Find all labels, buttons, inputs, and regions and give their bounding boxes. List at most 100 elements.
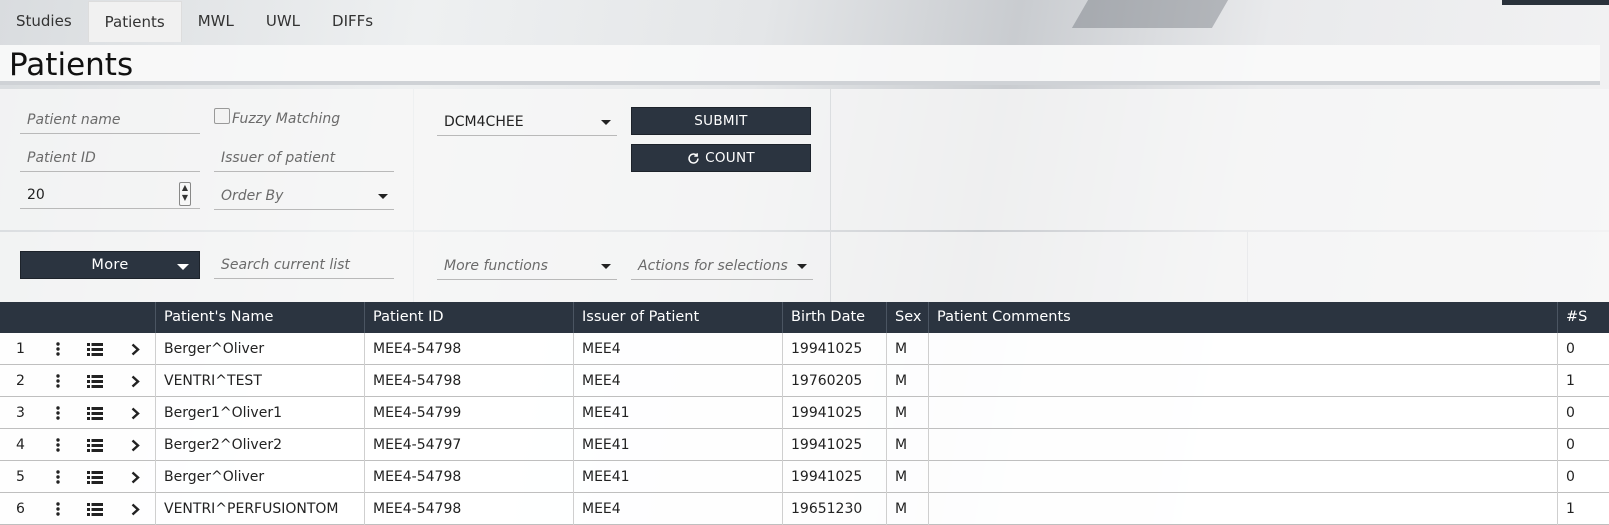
- cell-patient-comments: [928, 365, 1558, 397]
- column-header-sex[interactable]: Sex: [886, 302, 929, 333]
- chevron-down-icon: [601, 120, 611, 125]
- list-icon[interactable]: [84, 365, 106, 397]
- cell-issuer: MEE4: [573, 493, 783, 525]
- list-icon[interactable]: [84, 333, 106, 365]
- table-row[interactable]: 6 VENTRI^PERFUSIONTOM MEE4-54798 MEE4 19…: [0, 493, 1609, 525]
- more-vertical-icon[interactable]: [48, 333, 68, 365]
- cell-birth-date: 19760205: [782, 365, 887, 397]
- aet-label: DCM4CHEE: [444, 113, 524, 130]
- chevron-down-icon: [601, 264, 611, 269]
- cell-series-count: 1: [1557, 365, 1609, 397]
- chevron-down-icon: [797, 264, 807, 269]
- column-header-issuer[interactable]: Issuer of Patient: [573, 302, 783, 333]
- column-header-series-count[interactable]: #S: [1557, 302, 1609, 333]
- cell-sex: M: [886, 365, 929, 397]
- more-functions-label: More functions: [444, 257, 548, 274]
- chevron-down-icon: [378, 194, 388, 199]
- list-icon[interactable]: [84, 461, 106, 493]
- more-vertical-icon[interactable]: [48, 461, 68, 493]
- cell-patient-id: MEE4-54798: [364, 333, 574, 365]
- table-row[interactable]: 3 Berger1^Oliver1 MEE4-54799 MEE41 19941…: [0, 397, 1609, 429]
- cell-series-count: 0: [1557, 333, 1609, 365]
- column-header-patient-comments[interactable]: Patient Comments: [928, 302, 1558, 333]
- list-icon[interactable]: [84, 493, 106, 525]
- page-title: Patients: [9, 47, 134, 83]
- more-functions-select[interactable]: More functions: [437, 252, 617, 280]
- cell-sex: M: [886, 429, 929, 461]
- cell-sex: M: [886, 333, 929, 365]
- tab-diffs[interactable]: DIFFs: [316, 0, 389, 42]
- cell-issuer: MEE41: [573, 461, 783, 493]
- row-index: 2: [16, 373, 25, 389]
- submit-button[interactable]: SUBMIT: [631, 107, 811, 135]
- row-index: 6: [16, 501, 25, 517]
- cell-patient-name: Berger1^Oliver1: [155, 397, 365, 429]
- page-title-bar: Patients: [0, 45, 1600, 85]
- actions-for-selections-select[interactable]: Actions for selections: [631, 252, 813, 280]
- table-row[interactable]: 4 Berger2^Oliver2 MEE4-54797 MEE41 19941…: [0, 429, 1609, 461]
- chevron-right-icon[interactable]: [126, 397, 144, 429]
- tab-studies[interactable]: Studies: [0, 0, 88, 42]
- patient-name-input[interactable]: Patient name: [20, 106, 200, 134]
- list-icon[interactable]: [84, 429, 106, 461]
- cell-patient-name: Berger^Oliver: [155, 333, 365, 365]
- tab-patients[interactable]: Patients: [87, 1, 182, 42]
- row-index: 1: [16, 341, 25, 357]
- cell-birth-date: 19651230: [782, 493, 887, 525]
- cell-birth-date: 19941025: [782, 333, 887, 365]
- tab-uwl[interactable]: UWL: [250, 0, 316, 42]
- refresh-icon: [688, 152, 699, 164]
- table-row[interactable]: 5 Berger^Oliver MEE4-54798 MEE41 1994102…: [0, 461, 1609, 493]
- cell-patient-id: MEE4-54798: [364, 461, 574, 493]
- chevron-right-icon[interactable]: [126, 365, 144, 397]
- column-header-patient-name[interactable]: Patient's Name: [155, 302, 365, 333]
- cell-birth-date: 19941025: [782, 429, 887, 461]
- cell-patient-comments: [928, 429, 1558, 461]
- cell-patient-comments: [928, 397, 1558, 429]
- cell-sex: M: [886, 397, 929, 429]
- cell-birth-date: 19941025: [782, 461, 887, 493]
- cell-patient-name: Berger^Oliver: [155, 461, 365, 493]
- row-index: 3: [16, 405, 25, 421]
- cell-patient-id: MEE4-54798: [364, 493, 574, 525]
- cell-series-count: 1: [1557, 493, 1609, 525]
- more-vertical-icon[interactable]: [48, 365, 68, 397]
- table-row[interactable]: 2 VENTRI^TEST MEE4-54798 MEE4 19760205 M…: [0, 365, 1609, 397]
- list-icon[interactable]: [84, 397, 106, 429]
- issuer-of-patient-input[interactable]: Issuer of patient: [214, 144, 394, 172]
- more-button[interactable]: More: [20, 251, 200, 279]
- chevron-right-icon[interactable]: [126, 461, 144, 493]
- cell-patient-comments: [928, 493, 1558, 525]
- cell-patient-id: MEE4-54798: [364, 365, 574, 397]
- search-current-list-input[interactable]: Search current list: [214, 251, 394, 279]
- order-by-select[interactable]: Order By: [214, 182, 394, 210]
- count-button[interactable]: COUNT: [631, 144, 811, 172]
- more-vertical-icon[interactable]: [48, 429, 68, 461]
- cell-patient-id: MEE4-54799: [364, 397, 574, 429]
- chevron-right-icon[interactable]: [126, 333, 144, 365]
- cell-birth-date: 19941025: [782, 397, 887, 429]
- aet-select[interactable]: DCM4CHEE: [437, 108, 617, 136]
- limit-input[interactable]: 20: [20, 181, 200, 209]
- column-header-birth-date[interactable]: Birth Date: [782, 302, 887, 333]
- tab-mwl[interactable]: MWL: [182, 0, 250, 42]
- patient-id-input[interactable]: Patient ID: [20, 144, 200, 172]
- cell-sex: M: [886, 461, 929, 493]
- row-index: 4: [16, 437, 25, 453]
- cell-patient-comments: [928, 333, 1558, 365]
- limit-stepper[interactable]: ▲ ▼: [179, 182, 191, 206]
- cell-sex: M: [886, 493, 929, 525]
- chevron-right-icon[interactable]: [126, 429, 144, 461]
- submit-button-label: SUBMIT: [694, 113, 748, 129]
- fuzzy-matching-checkbox[interactable]: [214, 108, 230, 124]
- cell-series-count: 0: [1557, 429, 1609, 461]
- chevron-right-icon[interactable]: [126, 493, 144, 525]
- actions-for-selections-label: Actions for selections: [638, 257, 788, 274]
- count-button-label: COUNT: [705, 150, 755, 166]
- table-row[interactable]: 1 Berger^Oliver MEE4-54798 MEE4 19941025…: [0, 333, 1609, 365]
- cell-issuer: MEE41: [573, 429, 783, 461]
- cell-patient-id: MEE4-54797: [364, 429, 574, 461]
- column-header-patient-id[interactable]: Patient ID: [364, 302, 574, 333]
- more-vertical-icon[interactable]: [48, 397, 68, 429]
- more-vertical-icon[interactable]: [48, 493, 68, 525]
